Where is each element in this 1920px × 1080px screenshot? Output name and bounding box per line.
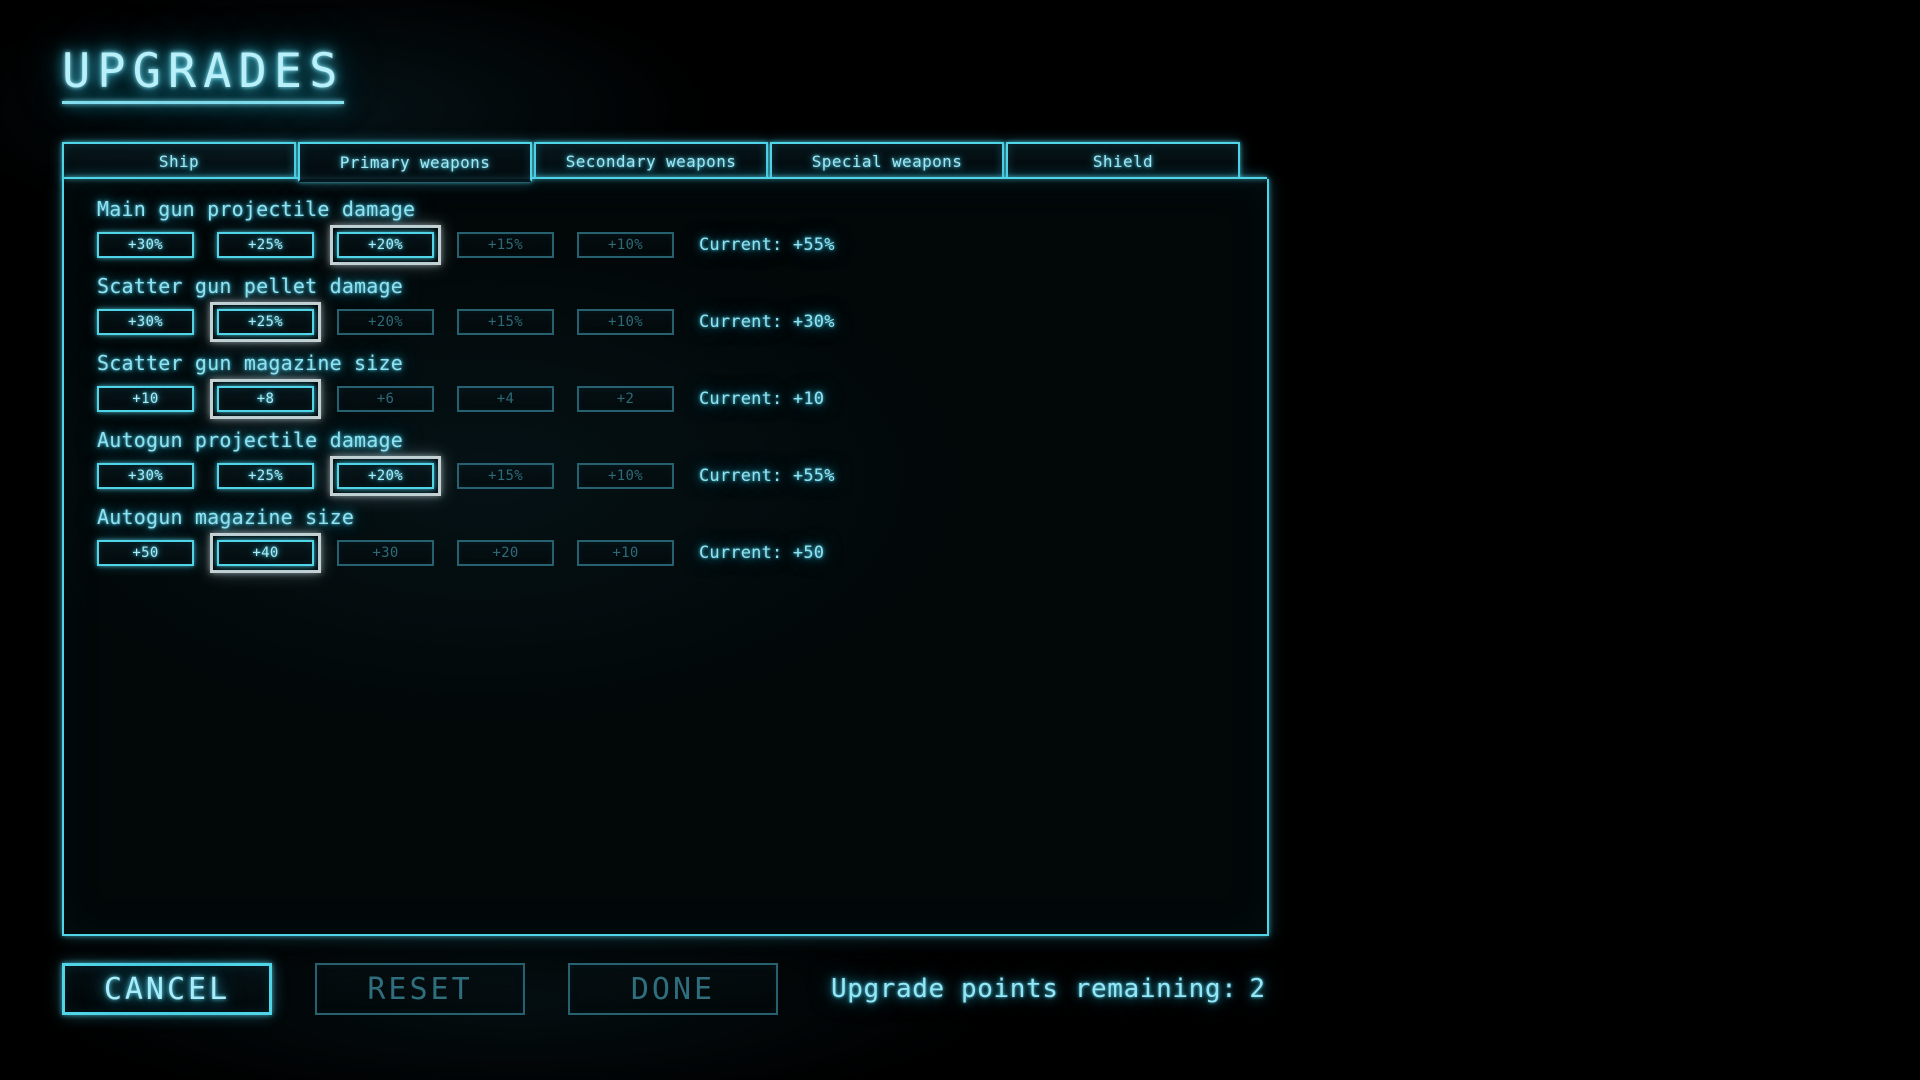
upgrade-option-slot: +30 xyxy=(337,540,434,566)
upgrade-current-value: Current: +55% xyxy=(699,235,835,255)
upgrade-option-group: +30% +25% +20% +15% +10% Current: +55% xyxy=(97,456,1257,496)
upgrade-row: Scatter gun pellet damage +30% +25% +20% +15… xyxy=(97,274,1257,342)
upgrade-option-slot: +15% xyxy=(457,232,554,258)
tab-ship[interactable]: Ship xyxy=(62,142,296,180)
tab-shield[interactable]: Shield xyxy=(1006,142,1240,180)
upgrade-option-button[interactable]: +6 xyxy=(337,386,434,412)
upgrade-option-slot: +30% xyxy=(97,463,194,489)
upgrade-rows: Main gun projectile damage +30% +25% +20% +1… xyxy=(97,197,1257,582)
page-title-underline xyxy=(62,100,345,104)
upgrade-option-slot: +40 xyxy=(210,533,321,573)
upgrade-option-button[interactable]: +20% xyxy=(337,232,434,258)
upgrade-row-label: Scatter gun pellet damage xyxy=(97,274,404,298)
upgrade-option-slot: +15% xyxy=(457,463,554,489)
upgrade-option-slot: +10% xyxy=(577,309,674,335)
upgrade-option-group: +10 +8 +6 +4 +2 Current: +10 xyxy=(97,379,1257,419)
upgrade-row: Main gun projectile damage +30% +25% +20% +1… xyxy=(97,197,1257,265)
tab-bar: Ship Primary weapons Secondary weapons Spec… xyxy=(62,142,1242,182)
tab-secondary-weapons[interactable]: Secondary weapons xyxy=(534,142,768,180)
tab-primary-weapons[interactable]: Primary weapons xyxy=(298,142,532,182)
upgrade-option-slot: +50 xyxy=(97,540,194,566)
panel-top-border-right xyxy=(530,177,1267,179)
upgrade-option-slot: +25% xyxy=(210,302,321,342)
upgrade-option-slot: +8 xyxy=(210,379,321,419)
upgrade-option-button[interactable]: +10% xyxy=(577,309,674,335)
upgrade-option-slot: +25% xyxy=(217,232,314,258)
tab-label: Secondary weapons xyxy=(565,151,737,171)
upgrade-row-label: Autogun magazine size xyxy=(97,505,355,529)
upgrade-option-button[interactable]: +25% xyxy=(217,463,314,489)
upgrade-row-label: Autogun projectile damage xyxy=(97,428,404,452)
upgrades-screen: UPGRADES Ship Primary weapons Secondary we… xyxy=(0,0,1920,1080)
upgrade-option-slot: +10% xyxy=(577,232,674,258)
upgrade-option-slot: +15% xyxy=(457,309,554,335)
upgrade-option-slot: +20 xyxy=(457,540,554,566)
tab-label: Shield xyxy=(1092,151,1154,171)
upgrade-option-slot: +10% xyxy=(577,463,674,489)
upgrade-row: Scatter gun magazine size +10 +8 +6 +4 +2 Curr… xyxy=(97,351,1257,419)
reset-button: RESET xyxy=(315,963,525,1015)
upgrade-option-group: +30% +25% +20% +15% +10% Current: +55% xyxy=(97,225,1257,265)
upgrade-row-label: Scatter gun magazine size xyxy=(97,351,404,375)
upgrade-option-button[interactable]: +4 xyxy=(457,386,554,412)
upgrade-option-button[interactable]: +50 xyxy=(97,540,194,566)
upgrade-option-button[interactable]: +10 xyxy=(97,386,194,412)
upgrade-option-button[interactable]: +10% xyxy=(577,463,674,489)
upgrade-option-slot: +2 xyxy=(577,386,674,412)
upgrade-option-slot: +6 xyxy=(337,386,434,412)
upgrade-option-button[interactable]: +10 xyxy=(577,540,674,566)
tab-special-weapons[interactable]: Special weapons xyxy=(770,142,1004,180)
tab-label: Special weapons xyxy=(811,151,963,171)
cancel-button[interactable]: CANCEL xyxy=(62,963,272,1015)
upgrade-option-button[interactable]: +15% xyxy=(457,309,554,335)
upgrade-row: Autogun magazine size +50 +40 +30 +20 +10 Curr… xyxy=(97,505,1257,573)
upgrade-option-button[interactable]: +30 xyxy=(337,540,434,566)
upgrade-option-button[interactable]: +30% xyxy=(97,463,194,489)
upgrade-option-button[interactable]: +25% xyxy=(217,309,314,335)
upgrade-option-button[interactable]: +10% xyxy=(577,232,674,258)
upgrade-option-button[interactable]: +2 xyxy=(577,386,674,412)
upgrade-points-label: Upgrade points remaining: xyxy=(831,974,1238,1004)
upgrade-current-value: Current: +50 xyxy=(699,543,825,563)
upgrade-option-slot: +20% xyxy=(330,225,441,265)
upgrade-option-button[interactable]: +30% xyxy=(97,309,194,335)
page-title: UPGRADES xyxy=(62,44,345,99)
upgrade-option-button[interactable]: +20% xyxy=(337,309,434,335)
upgrade-option-slot: +30% xyxy=(97,232,194,258)
upgrade-option-button[interactable]: +40 xyxy=(217,540,314,566)
upgrade-option-slot: +4 xyxy=(457,386,554,412)
done-button: DONE xyxy=(568,963,778,1015)
page-title-group: UPGRADES xyxy=(62,44,345,104)
upgrade-option-group: +50 +40 +30 +20 +10 Current: +50 xyxy=(97,533,1257,573)
upgrade-option-button[interactable]: +30% xyxy=(97,232,194,258)
tab-label: Ship xyxy=(158,151,200,171)
upgrade-option-slot: +10 xyxy=(97,386,194,412)
upgrade-option-button[interactable]: +15% xyxy=(457,232,554,258)
tab-label: Primary weapons xyxy=(339,152,491,172)
upgrade-option-slot: +20% xyxy=(330,456,441,496)
upgrade-row: Autogun projectile damage +30% +25% +20% +15… xyxy=(97,428,1257,496)
upgrade-option-button[interactable]: +20 xyxy=(457,540,554,566)
upgrade-current-value: Current: +30% xyxy=(699,312,835,332)
upgrade-current-value: Current: +10 xyxy=(699,389,825,409)
upgrade-current-value: Current: +55% xyxy=(699,466,835,486)
upgrade-option-button[interactable]: +8 xyxy=(217,386,314,412)
upgrade-points-remaining: Upgrade points remaining: 2 xyxy=(831,974,1266,1004)
panel-top-border-left xyxy=(64,177,300,179)
upgrade-option-group: +30% +25% +20% +15% +10% Current: +30% xyxy=(97,302,1257,342)
upgrade-option-button[interactable]: +15% xyxy=(457,463,554,489)
upgrade-points-value: 2 xyxy=(1249,974,1266,1004)
upgrade-option-slot: +20% xyxy=(337,309,434,335)
upgrade-row-label: Main gun projectile damage xyxy=(97,197,416,221)
footer-bar: CANCEL RESET DONE Upgrade points remaining:… xyxy=(62,963,1266,1015)
upgrade-option-slot: +10 xyxy=(577,540,674,566)
upgrades-panel: Main gun projectile damage +30% +25% +20% +1… xyxy=(62,177,1269,936)
upgrade-option-slot: +25% xyxy=(217,463,314,489)
upgrade-option-button[interactable]: +20% xyxy=(337,463,434,489)
upgrade-option-button[interactable]: +25% xyxy=(217,232,314,258)
upgrade-option-slot: +30% xyxy=(97,309,194,335)
